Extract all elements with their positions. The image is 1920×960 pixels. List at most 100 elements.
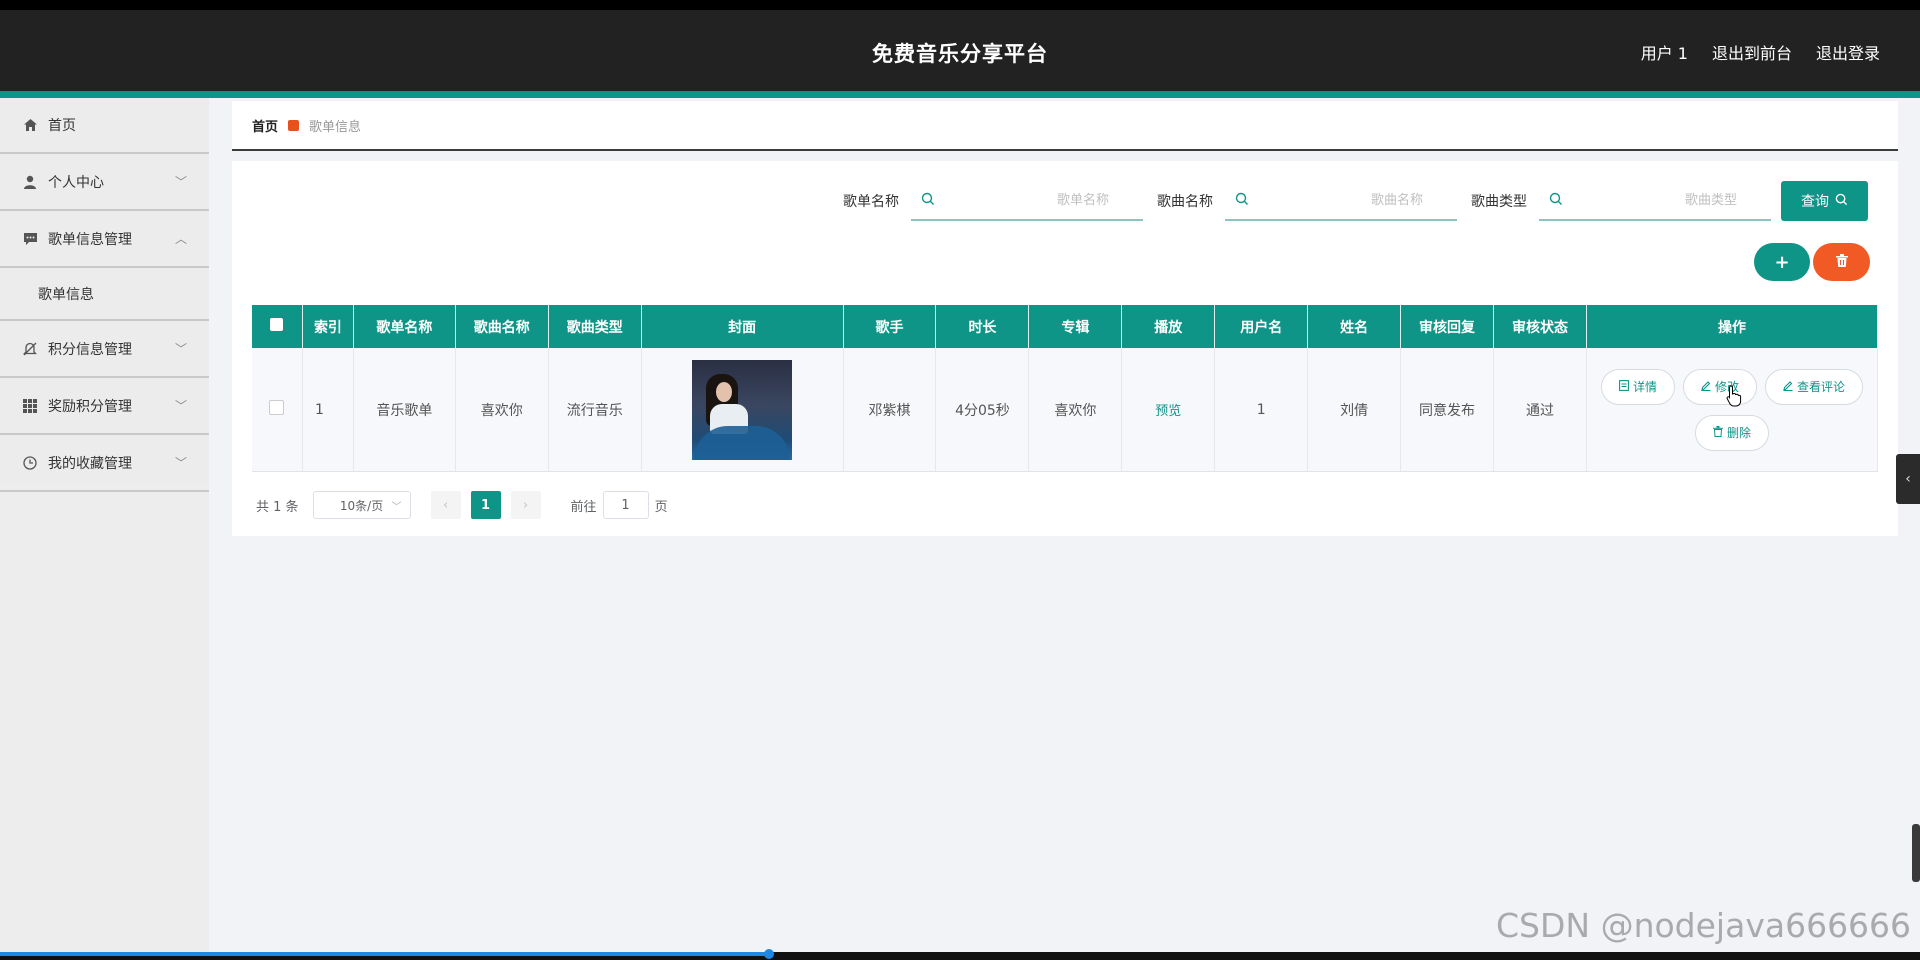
column-header: 歌曲类型 bbox=[548, 305, 642, 348]
search-icon bbox=[1549, 192, 1563, 210]
add-button[interactable]: + bbox=[1754, 243, 1810, 281]
query-button[interactable]: 查询 bbox=[1781, 181, 1868, 221]
preview-link[interactable]: 预览 bbox=[1155, 404, 1181, 419]
column-header: 审核回复 bbox=[1400, 305, 1495, 348]
cell-cover bbox=[641, 348, 844, 472]
sidebar-item-home[interactable]: 首页 bbox=[0, 98, 209, 154]
user-icon bbox=[22, 174, 38, 190]
chevron-left-icon: ‹ bbox=[1905, 471, 1911, 487]
song-name-search-input[interactable] bbox=[1225, 181, 1457, 219]
sidebar: 首页 个人中心 ﹀ 歌单信息管理 ︿ 歌单信息 积分信息管理 ﹀ 奖励积分管理 … bbox=[0, 98, 209, 952]
song-type-search-input[interactable] bbox=[1539, 181, 1771, 219]
cover-image[interactable] bbox=[692, 359, 793, 460]
detail-button[interactable]: 详情 bbox=[1601, 368, 1675, 405]
side-panel-toggle[interactable]: ‹ bbox=[1896, 454, 1920, 504]
cell-review-status: 通过 bbox=[1493, 348, 1587, 472]
main-content: 首页 歌单信息 歌单名称 歌曲名称 bbox=[209, 98, 1920, 952]
column-header: 歌手 bbox=[843, 305, 937, 348]
row-actions: 详情 修改 查看评论 删除 bbox=[1587, 368, 1877, 451]
sidebar-menu: 首页 个人中心 ﹀ 歌单信息管理 ︿ 歌单信息 积分信息管理 ﹀ 奖励积分管理 … bbox=[0, 98, 209, 492]
playlist-name-search-input[interactable] bbox=[911, 181, 1143, 219]
select-all-checkbox[interactable] bbox=[270, 318, 284, 331]
table-header-row: 索引 歌单名称 歌曲名称 歌曲类型 封面 歌手 时长 专辑 播放 用户名 姓名 … bbox=[252, 305, 1878, 348]
cell-playlist-name: 音乐歌单 bbox=[353, 348, 456, 472]
cell-review-reply: 同意发布 bbox=[1400, 348, 1495, 472]
row-checkbox-cell[interactable] bbox=[252, 348, 303, 472]
page-size-value: 10条/页 bbox=[339, 498, 384, 513]
pencil-icon bbox=[1701, 380, 1711, 394]
sidebar-item-label: 首页 bbox=[48, 118, 76, 134]
next-page-button[interactable]: › bbox=[510, 491, 541, 519]
prev-page-button[interactable]: ‹ bbox=[430, 491, 461, 519]
search-box bbox=[911, 181, 1143, 221]
cell-song-name: 喜欢你 bbox=[455, 348, 549, 472]
batch-delete-button[interactable] bbox=[1813, 243, 1870, 281]
breadcrumb-current: 歌单信息 bbox=[309, 119, 362, 135]
chevron-down-icon: ﹀ bbox=[174, 342, 187, 356]
video-frame-top bbox=[0, 0, 1920, 10]
back-to-frontend-link[interactable]: 退出到前台 bbox=[1712, 40, 1792, 64]
column-header: 播放 bbox=[1121, 305, 1216, 348]
column-header: 索引 bbox=[302, 305, 354, 348]
trash-icon bbox=[1835, 253, 1848, 271]
view-comments-button[interactable]: 查看评论 bbox=[1765, 368, 1863, 405]
column-header: 时长 bbox=[935, 305, 1030, 348]
sidebar-item-playlist-management[interactable]: 歌单信息管理 ︿ bbox=[0, 212, 209, 268]
chevron-right-icon: › bbox=[522, 497, 529, 513]
pagination: 共 1 条 10条/页 ﹀ ‹ 1 › 前往 页 bbox=[256, 491, 668, 519]
page-size-select[interactable]: 10条/页 ﹀ bbox=[312, 491, 411, 519]
search-icon bbox=[921, 192, 935, 210]
goto-page-input[interactable] bbox=[602, 491, 649, 519]
page-number-button[interactable]: 1 bbox=[470, 491, 501, 519]
search-label: 歌单名称 bbox=[843, 194, 899, 210]
goto-suffix: 页 bbox=[654, 499, 668, 515]
header-links: 用户 1 退出到前台 退出登录 bbox=[1641, 40, 1880, 64]
sidebar-item-reward-points-management[interactable]: 奖励积分管理 ﹀ bbox=[0, 379, 209, 435]
logout-link[interactable]: 退出登录 bbox=[1816, 40, 1880, 64]
breadcrumb-home[interactable]: 首页 bbox=[252, 116, 278, 135]
sidebar-subitem-playlist-info[interactable]: 歌单信息 bbox=[0, 269, 209, 321]
column-header: 歌曲名称 bbox=[455, 305, 549, 348]
column-header: 审核状态 bbox=[1493, 305, 1587, 348]
sidebar-item-personal-center[interactable]: 个人中心 ﹀ bbox=[0, 155, 209, 211]
column-header: 封面 bbox=[641, 305, 844, 348]
chat-icon bbox=[22, 231, 38, 247]
sidebar-item-favorites-management[interactable]: 我的收藏管理 ﹀ bbox=[0, 436, 209, 492]
chevron-down-icon: ﹀ bbox=[174, 456, 187, 470]
cell-song-type: 流行音乐 bbox=[548, 348, 642, 472]
breadcrumb-separator-icon bbox=[288, 119, 300, 131]
cover-figure-skirt bbox=[694, 425, 791, 460]
cell-duration: 4分05秒 bbox=[935, 348, 1030, 472]
trash-icon bbox=[1712, 425, 1723, 440]
top-header: 免费音乐分享平台 用户 1 退出到前台 退出登录 bbox=[0, 10, 1920, 91]
sidebar-subitem-label: 歌单信息 bbox=[38, 287, 94, 303]
search-box bbox=[1539, 181, 1771, 221]
pencil-icon bbox=[1783, 380, 1793, 394]
search-group-song-type: 歌曲类型 bbox=[1471, 181, 1771, 221]
header-accent-bar bbox=[0, 91, 1920, 98]
cell-singer: 邓紫棋 bbox=[843, 348, 937, 472]
row-checkbox[interactable] bbox=[269, 400, 285, 415]
watermark: CSDN @nodejava666666 bbox=[1496, 906, 1912, 945]
current-user-link[interactable]: 用户 1 bbox=[1641, 40, 1688, 64]
view-comments-button-label: 查看评论 bbox=[1796, 380, 1845, 394]
content-panel: 歌单名称 歌曲名称 歌曲类型 bbox=[232, 161, 1898, 536]
search-group-song-name: 歌曲名称 bbox=[1157, 181, 1457, 221]
sidebar-item-label: 奖励积分管理 bbox=[48, 399, 132, 415]
breadcrumb: 首页 歌单信息 bbox=[232, 101, 1898, 151]
search-row: 歌单名称 歌曲名称 歌曲类型 bbox=[829, 181, 1868, 221]
select-all-checkbox-cell[interactable] bbox=[252, 305, 303, 348]
edit-button[interactable]: 修改 bbox=[1683, 368, 1757, 405]
sidebar-item-points-management[interactable]: 积分信息管理 ﹀ bbox=[0, 322, 209, 378]
sidebar-item-label: 个人中心 bbox=[48, 175, 104, 191]
video-progress-bar[interactable] bbox=[0, 952, 770, 956]
chevron-down-icon: ﹀ bbox=[174, 175, 187, 189]
playlist-table: 索引 歌单名称 歌曲名称 歌曲类型 封面 歌手 时长 专辑 播放 用户名 姓名 … bbox=[252, 305, 1878, 472]
search-label: 歌曲类型 bbox=[1471, 194, 1527, 210]
video-progress-handle[interactable] bbox=[764, 949, 774, 959]
scrollbar[interactable] bbox=[1912, 824, 1920, 882]
goto-label: 前往 bbox=[570, 499, 597, 515]
search-icon bbox=[1835, 193, 1848, 210]
delete-button[interactable]: 删除 bbox=[1695, 414, 1769, 451]
cell-actions: 详情 修改 查看评论 删除 bbox=[1586, 348, 1878, 472]
